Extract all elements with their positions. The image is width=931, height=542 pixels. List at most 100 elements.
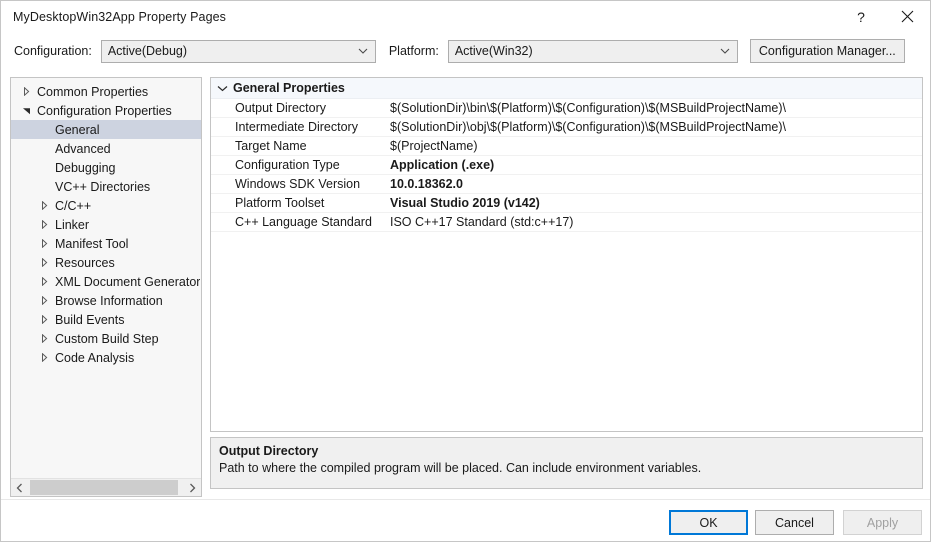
apply-button-label: Apply (866, 515, 899, 530)
property-name: Target Name (235, 139, 307, 153)
configuration-combo[interactable]: Active(Debug) (100, 39, 376, 63)
property-grid: General Properties Output Directory $(Sol… (210, 77, 923, 432)
cancel-button-label: Cancel (775, 515, 814, 530)
property-row[interactable]: C++ Language Standard ISO C++17 Standard … (211, 213, 922, 232)
properties-tree[interactable]: Common Properties Configuration Propertie… (11, 82, 201, 476)
tree-expander-collapsed-icon[interactable] (37, 353, 51, 362)
tree-expander-collapsed-icon[interactable] (37, 258, 51, 267)
window-title: MyDesktopWin32App Property Pages (13, 9, 227, 24)
scrollbar-thumb[interactable] (30, 480, 178, 495)
close-icon (901, 10, 914, 23)
configuration-bar: Configuration: Active(Debug) Platform: A… (1, 32, 930, 70)
platform-combo[interactable]: Active(Win32) (447, 39, 738, 63)
tree-item-label: Build Events (55, 312, 125, 327)
tree-item-label: Common Properties (37, 84, 149, 99)
property-row[interactable]: Output Directory $(SolutionDir)\bin\$(Pla… (211, 99, 922, 118)
property-name: Intermediate Directory (235, 120, 358, 134)
tree-expander-collapsed-icon[interactable] (37, 239, 51, 248)
property-name: Windows SDK Version (235, 177, 361, 191)
tree-item-manifest-tool[interactable]: Manifest Tool (11, 234, 201, 253)
tree-item-advanced[interactable]: Advanced (11, 139, 201, 158)
property-value[interactable]: ISO C++17 Standard (std:c++17) (390, 215, 573, 229)
help-icon: ? (857, 8, 865, 25)
property-name: Platform Toolset (235, 196, 325, 210)
property-row[interactable]: Intermediate Directory $(SolutionDir)\obj… (211, 118, 922, 137)
tree-item-build-events[interactable]: Build Events (11, 310, 201, 329)
ok-button-label: OK (699, 515, 718, 530)
properties-tree-panel: Common Properties Configuration Propertie… (10, 77, 202, 497)
tree-item-label: Custom Build Step (55, 331, 159, 346)
property-row[interactable]: Windows SDK Version 10.0.18362.0 (211, 175, 922, 194)
tree-item-label: C/C++ (55, 198, 92, 213)
tree-item-label: Manifest Tool (55, 236, 129, 251)
apply-button: Apply (843, 510, 922, 535)
chevron-down-icon[interactable] (211, 85, 233, 92)
tree-item-label: XML Document Generator (55, 274, 201, 289)
tree-item-general[interactable]: General (11, 120, 201, 139)
tree-item-code-analysis[interactable]: Code Analysis (11, 348, 201, 367)
property-row[interactable]: Configuration Type Application (.exe) (211, 156, 922, 175)
chevron-down-icon (358, 48, 368, 54)
configuration-manager-button[interactable]: Configuration Manager... (749, 39, 905, 63)
close-button[interactable] (884, 2, 930, 32)
property-row[interactable]: Platform Toolset Visual Studio 2019 (v142… (211, 194, 922, 213)
tree-item-linker[interactable]: Linker (11, 215, 201, 234)
tree-expander-collapsed-icon[interactable] (37, 220, 51, 229)
property-name: Configuration Type (235, 158, 340, 172)
property-value[interactable]: $(ProjectName) (390, 139, 478, 153)
tree-item-browse-information[interactable]: Browse Information (11, 291, 201, 310)
tree-item-label: Advanced (55, 141, 111, 156)
chevron-right-icon[interactable] (184, 479, 201, 496)
tree-expander-collapsed-icon[interactable] (37, 296, 51, 305)
tree-horizontal-scrollbar[interactable] (11, 478, 201, 496)
description-text: Path to where the compiled program will … (219, 461, 702, 475)
tree-expander-collapsed-icon[interactable] (19, 87, 33, 96)
property-grid-section-header[interactable]: General Properties (211, 78, 922, 99)
chevron-left-icon[interactable] (11, 479, 28, 496)
property-name: Output Directory (235, 101, 327, 115)
property-grid-section-title: General Properties (233, 81, 345, 95)
property-value[interactable]: Application (.exe) (390, 158, 494, 172)
tree-item-label: Code Analysis (55, 350, 135, 365)
property-grid-rows: Output Directory $(SolutionDir)\bin\$(Pla… (211, 99, 922, 232)
tree-expander-collapsed-icon[interactable] (37, 201, 51, 210)
scrollbar-track[interactable] (28, 479, 184, 496)
tree-item-label: Resources (55, 255, 115, 270)
platform-label: Platform: (388, 44, 439, 58)
tree-expander-expanded-icon[interactable] (19, 106, 33, 115)
tree-item-label: General (55, 122, 100, 137)
cancel-button[interactable]: Cancel (755, 510, 834, 535)
chevron-down-icon (720, 48, 730, 54)
tree-item-xml-document-generator[interactable]: XML Document Generator (11, 272, 201, 291)
tree-item-label: Debugging (55, 160, 116, 175)
tree-item-debugging[interactable]: Debugging (11, 158, 201, 177)
property-value[interactable]: Visual Studio 2019 (v142) (390, 196, 540, 210)
configuration-combo-value: Active(Debug) (107, 44, 188, 58)
property-pages-dialog: MyDesktopWin32App Property Pages ? Confi… (0, 0, 931, 542)
configuration-manager-label: Configuration Manager... (758, 44, 896, 58)
tree-item-vc-directories[interactable]: VC++ Directories (11, 177, 201, 196)
tree-item-common-properties[interactable]: Common Properties (11, 82, 201, 101)
help-button[interactable]: ? (838, 2, 884, 32)
tree-item-c-c[interactable]: C/C++ (11, 196, 201, 215)
tree-item-configuration-properties[interactable]: Configuration Properties (11, 101, 201, 120)
tree-item-label: VC++ Directories (55, 179, 151, 194)
dialog-footer: OK Cancel Apply (1, 499, 930, 541)
tree-item-label: Linker (55, 217, 90, 232)
configuration-label: Configuration: (14, 44, 92, 58)
tree-item-resources[interactable]: Resources (11, 253, 201, 272)
tree-expander-collapsed-icon[interactable] (37, 334, 51, 343)
property-name: C++ Language Standard (235, 215, 372, 229)
tree-item-custom-build-step[interactable]: Custom Build Step (11, 329, 201, 348)
platform-combo-value: Active(Win32) (454, 44, 533, 58)
property-value[interactable]: $(SolutionDir)\bin\$(Platform)\$(Configu… (390, 101, 786, 115)
ok-button[interactable]: OK (669, 510, 748, 535)
tree-item-label: Browse Information (55, 293, 163, 308)
description-title: Output Directory (219, 444, 319, 458)
property-value[interactable]: 10.0.18362.0 (390, 177, 463, 191)
tree-expander-collapsed-icon[interactable] (37, 315, 51, 324)
property-row[interactable]: Target Name $(ProjectName) (211, 137, 922, 156)
property-value[interactable]: $(SolutionDir)\obj\$(Platform)\$(Configu… (390, 120, 786, 134)
tree-expander-collapsed-icon[interactable] (37, 277, 51, 286)
description-pane: Output Directory Path to where the compi… (210, 437, 923, 489)
